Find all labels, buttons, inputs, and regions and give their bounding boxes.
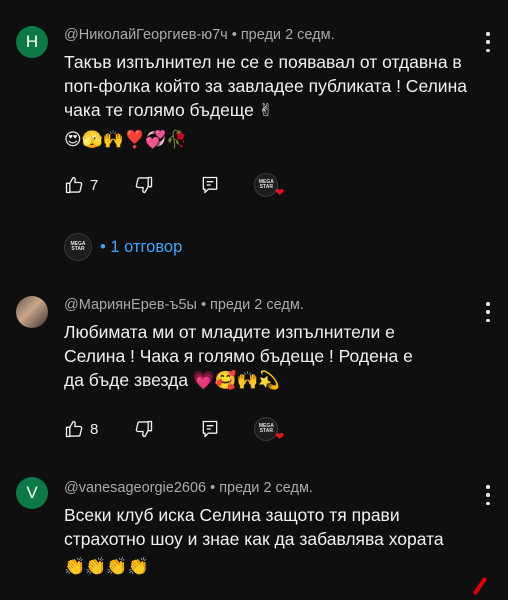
more-vert-icon[interactable] xyxy=(480,485,496,505)
avatar[interactable]: V xyxy=(16,477,48,509)
comment-3: V @vanesageorgie2606 • преди 2 седм. Всеки… xyxy=(0,0,508,600)
author-name[interactable]: @vanesageorgie2606 xyxy=(64,480,206,496)
separator: • xyxy=(210,480,216,496)
comment-emoji-line: 👏👏👏👏 xyxy=(64,557,149,576)
timestamp[interactable]: преди 2 седм. xyxy=(219,480,313,496)
comment-text: Всеки клуб иска Селина защото тя прави с… xyxy=(64,505,444,549)
avatar-letter: V xyxy=(26,483,38,502)
comment-meta: @vanesageorgie2606 • преди 2 седм. xyxy=(64,480,313,496)
